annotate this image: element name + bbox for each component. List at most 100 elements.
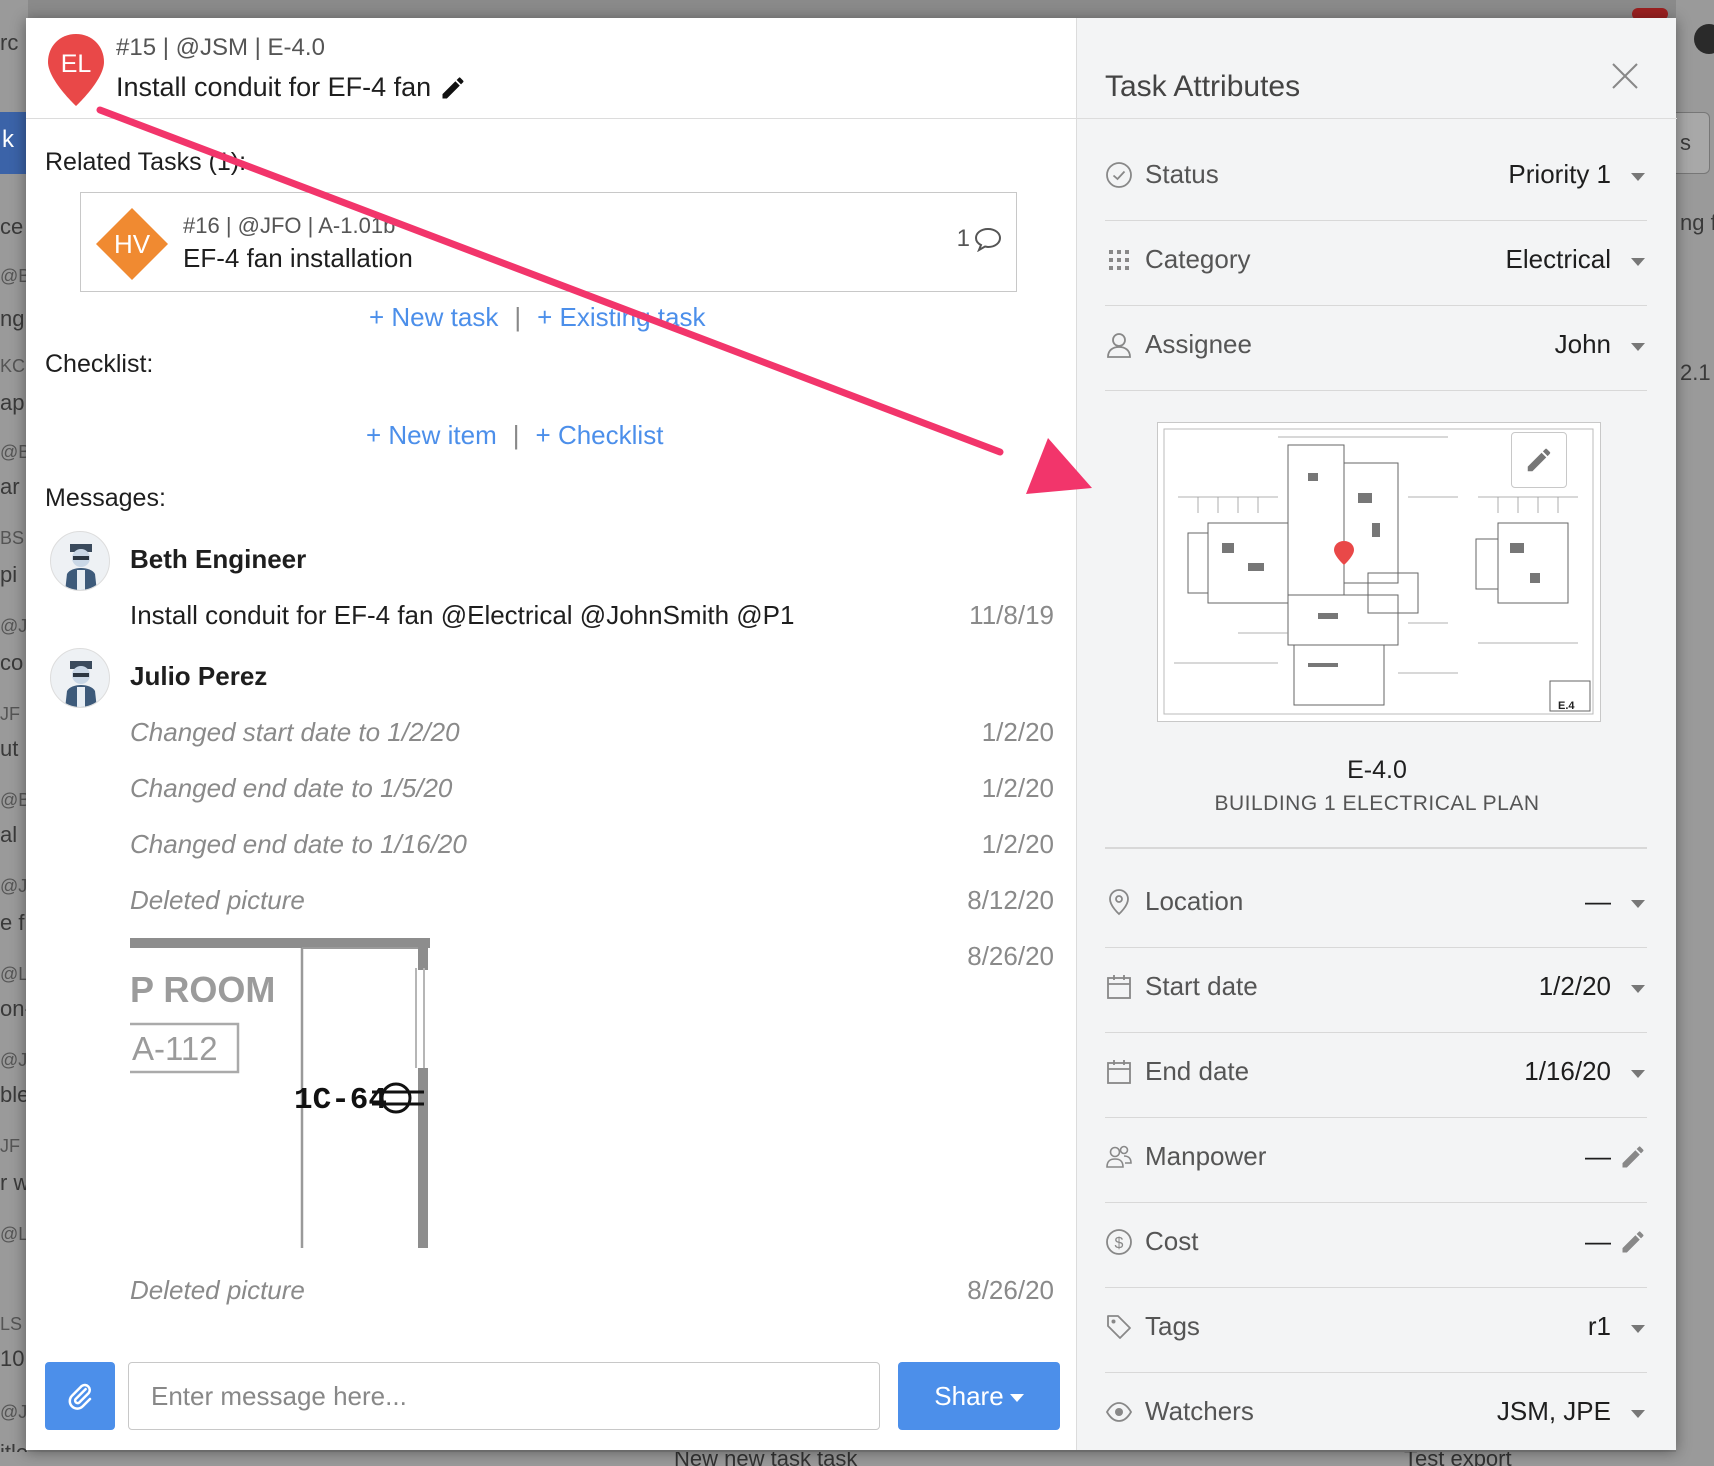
attribute-label: Assignee [1145,329,1252,359]
avatar [50,531,110,591]
related-task-avatar-icon: HV [96,208,168,280]
attribute-start-date[interactable]: Start date 1/2/20 [1105,949,1647,1033]
attribute-tags[interactable]: Tags r1 [1105,1289,1647,1373]
attribute-value: John [1554,329,1611,359]
message-text: Changed end date to 1/5/20 [130,773,453,803]
message-input[interactable] [128,1362,880,1430]
floor-plan-crop-image: P ROOM A-112 1C-64 [130,938,430,1248]
background-list-fragment: @J [0,876,28,896]
attribute-watchers[interactable]: Watchers JSM, JPE [1105,1374,1647,1458]
worker-avatar-icon [65,544,97,590]
task-detail-modal: EL #15 | @JSM | E-4.0 Install conduit fo… [26,18,1677,1450]
picture-room-number: A-112 [132,1030,218,1067]
attribute-value: Priority 1 [1508,159,1611,189]
background-panel-fragment: ng f [1680,210,1714,235]
attribute-location[interactable]: Location — [1105,864,1647,948]
task-attributes-panel: Task Attributes Status Priority 1 Catego… [1076,18,1677,1450]
new-checklist-item-link[interactable]: + New item [366,420,497,451]
background-list-fragment: @J [0,616,28,636]
edit-sheet-button[interactable] [1511,432,1567,488]
share-button[interactable]: Share [898,1362,1060,1430]
worker-avatar-icon [65,661,97,707]
location-pin-icon [1109,889,1129,916]
message-text: Deleted picture [130,1275,305,1305]
comment-count: 1 [956,225,970,252]
background-list-fragment: @J [0,1402,28,1422]
pencil-icon [1527,448,1551,472]
message-author: Julio Perez [130,661,268,691]
header-divider [1077,118,1677,119]
message-date: 1/2/20 [981,773,1054,803]
chevron-down-icon [1631,1410,1645,1418]
checklist-actions: + New item | + Checklist [366,420,663,451]
attach-file-button[interactable] [45,1362,115,1430]
chevron-down-icon [1631,1325,1645,1333]
attribute-label: Manpower [1145,1141,1267,1171]
background-list-fragment: @B [0,790,28,810]
attribute-value: — [1585,1226,1611,1256]
attribute-value: — [1585,886,1611,916]
attribute-end-date[interactable]: End date 1/16/20 [1105,1034,1647,1118]
checklist-label: Checklist: [45,350,154,378]
message-picture[interactable]: P ROOM A-112 1C-64 [130,938,430,1248]
eye-icon [1105,1402,1133,1422]
message-date: 1/2/20 [981,829,1054,859]
message-date: 8/12/20 [967,885,1054,915]
background-list-fragment: ble [0,1082,28,1107]
link-separator: | [514,302,522,332]
add-checklist-link[interactable]: + Checklist [536,420,664,451]
background-list-fragment: e f [0,910,25,935]
picture-room-label: P ROOM [130,969,275,1010]
related-task-comments: 1 [957,225,1002,253]
attribute-value: 1/16/20 [1524,1056,1611,1086]
message-date: 8/26/20 [967,1275,1054,1305]
existing-task-link[interactable]: + Existing task [537,302,705,333]
attribute-manpower[interactable]: Manpower — [1105,1119,1647,1203]
user-icon [1107,333,1131,358]
task-avatar-pin-icon: EL [48,34,104,106]
background-list-fragment: KC [0,356,26,376]
related-task-card[interactable]: HV #16 | @JFO | A-1.01b EF-4 fan install… [80,192,1017,292]
share-label: Share [934,1380,1004,1411]
background-left-list: k rc ce @B ng KC ap @B ar BS pi @J co JF ut @B al @J e f @… [0,0,28,1466]
background-list-fragment: al [0,822,18,847]
attribute-label: Start date [1145,971,1258,1001]
task-detail-pane: EL #15 | @JSM | E-4.0 Install conduit fo… [26,18,1076,1450]
svg-text:$: $ [1115,1235,1124,1252]
attribute-value: JSM, JPE [1496,1396,1611,1426]
background-list-fragment: r w [0,1170,28,1195]
background-list-fragment: @J [0,1050,28,1070]
chevron-down-icon [1631,173,1645,181]
background-list-fragment: pi [0,562,18,587]
paperclip-icon [68,1383,92,1410]
attribute-label: Cost [1145,1226,1199,1256]
edit-title-pencil-icon[interactable] [439,74,467,102]
background-list-fragment: @L [0,1224,28,1244]
close-icon[interactable] [1603,54,1647,98]
attribute-category[interactable]: Category Electrical [1105,222,1647,306]
sheet-stamp: E.4 [1558,700,1575,712]
background-list-fragment: rc [0,30,19,55]
background-list-fragment: 10 [0,1346,25,1371]
background-panel-fragment: s [1680,130,1691,155]
related-task-meta: #16 | @JFO | A-1.01b [183,213,396,238]
calendar-icon [1107,1060,1131,1084]
grid-dots-icon [1109,250,1129,270]
background-list-fragment: ar [0,474,20,499]
attribute-status[interactable]: Status Priority 1 [1105,137,1647,221]
section-divider [1105,847,1647,849]
attribute-assignee[interactable]: Assignee John [1105,307,1647,391]
message-date: 11/8/19 [969,600,1054,630]
new-task-link[interactable]: + New task [369,302,498,333]
chevron-down-icon [1631,343,1645,351]
check-circle-icon [1106,162,1132,188]
share-caret-icon [1009,1393,1024,1402]
message-author: Beth Engineer [130,544,307,574]
attribute-cost[interactable]: $ Cost — [1105,1204,1647,1288]
sheet-number: E-4.0 [1347,756,1407,784]
messages-label: Messages: [45,484,166,512]
pencil-icon[interactable] [1619,1143,1647,1171]
pencil-icon[interactable] [1619,1228,1647,1256]
sheet-name: BUILDING 1 ELECTRICAL PLAN [1214,792,1540,815]
background-list-fragment: @B [0,266,28,286]
